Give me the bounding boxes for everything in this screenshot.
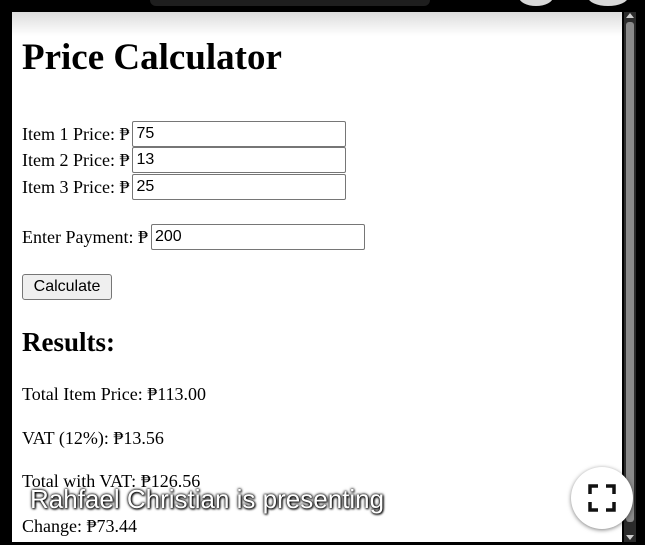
page-title: Price Calculator: [22, 37, 282, 78]
window-top-bar: [0, 0, 645, 12]
total-item-price-result: Total Item Price: ₱113.00: [22, 384, 207, 404]
item-3-label: Item 3 Price: ₱: [22, 176, 130, 197]
payment-label: Enter Payment: ₱: [22, 226, 148, 247]
fullscreen-button[interactable]: [571, 467, 633, 529]
top-control-left[interactable]: [519, 0, 553, 6]
item-1-label: Item 1 Price: ₱: [22, 123, 130, 144]
item-3-row: Item 3 Price: ₱: [22, 174, 347, 200]
payment-input[interactable]: [150, 224, 365, 250]
item-3-price-input[interactable]: [132, 174, 347, 200]
browser-tab-strip: [150, 0, 430, 6]
payment-row: Enter Payment: ₱: [22, 224, 365, 250]
calculate-button[interactable]: Calculate: [22, 274, 112, 300]
item-2-row: Item 2 Price: ₱: [22, 147, 347, 173]
item-2-label: Item 2 Price: ₱: [22, 149, 130, 170]
scroll-up-arrow-icon[interactable]: [626, 13, 634, 18]
scroll-down-arrow-icon[interactable]: [626, 535, 634, 540]
vertical-scrollbar[interactable]: [624, 12, 636, 542]
item-2-price-input[interactable]: [132, 147, 347, 173]
item-1-price-input[interactable]: [132, 121, 347, 147]
top-control-right[interactable]: [588, 0, 628, 6]
viewport-top-shade: [12, 12, 622, 36]
scrollbar-thumb[interactable]: [626, 22, 634, 522]
page-viewport: Price Calculator Item 1 Price: ₱ Item 2 …: [12, 12, 622, 542]
results-heading: Results:: [22, 327, 115, 357]
fullscreen-icon: [588, 484, 616, 512]
item-1-row: Item 1 Price: ₱: [22, 121, 347, 147]
change-result: Change: ₱73.44: [22, 516, 137, 536]
presenting-caption: Rahfael Christian is presenting: [30, 484, 385, 514]
vat-result: VAT (12%): ₱13.56: [22, 428, 164, 448]
